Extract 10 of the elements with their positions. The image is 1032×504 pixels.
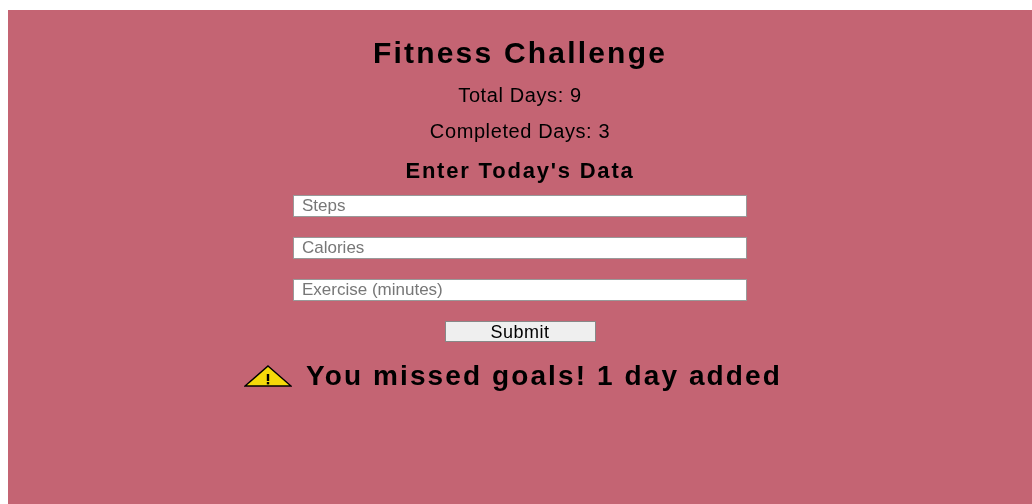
warning-icon — [244, 365, 293, 387]
form-heading: Enter Today's Data — [405, 158, 635, 184]
stat-text: Total Days: 9 — [458, 84, 582, 106]
input-field[interactable]: Exercise (minutes) — [293, 279, 747, 301]
submit-button[interactable]: Submit — [444, 321, 596, 342]
alert-message: You missed goals! 1 day added — [306, 360, 782, 392]
input-field[interactable]: Calories — [293, 237, 747, 259]
stat-text: Completed Days: 3 — [429, 120, 611, 142]
input-field[interactable]: Steps — [293, 195, 747, 217]
page-title: Fitness Challenge — [372, 36, 668, 70]
